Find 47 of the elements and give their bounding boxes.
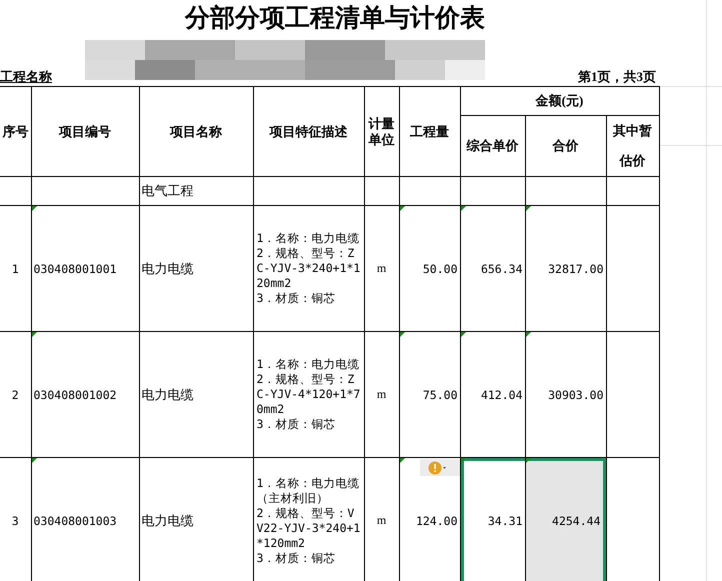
error-options-button[interactable] (420, 459, 460, 476)
column-header: 计量单位 (364, 86, 399, 176)
table-cell: 1．名称：电力电缆 2．规格、型号：ZC-YJV-4*120+1*70mm2 3．材质：铜芯 (253, 332, 364, 458)
table-cell: m (364, 206, 399, 332)
project-name-label: 工程名称 (0, 68, 52, 86)
table-cell: 电力电缆 (139, 332, 253, 458)
table-cell: 124.00 (416, 514, 458, 528)
column-header: 项目编号 (31, 86, 139, 176)
sheet-title: 分部分项工程清单与计价表 (184, 3, 486, 34)
column-header: 金额(元) (460, 86, 660, 116)
table-cell: 75.00 (422, 388, 458, 402)
column-header: 序号 (0, 86, 31, 176)
table-cell: m (364, 332, 399, 458)
error-triangle-icon (460, 458, 466, 463)
table-cell: 2 (0, 332, 31, 458)
table-cell: 412.04 (480, 388, 522, 402)
error-triangle-icon (526, 206, 530, 211)
table-cell: 1 (0, 206, 31, 332)
table-cell: 030408001001 (34, 262, 117, 276)
error-triangle-icon (32, 458, 36, 463)
column-header: 合价 (525, 116, 606, 176)
section-cell: 电气工程 (139, 176, 253, 206)
column-header: 项目名称 (139, 86, 253, 176)
column-header: 其中暂估价 (606, 116, 660, 176)
error-triangle-icon (400, 332, 404, 337)
table-cell: 1．名称：电力电缆 2．规格、型号：ZC-YJV-3*240+1*120mm2 3．材质：铜芯 (253, 206, 364, 332)
page-number: 第1页，共3页 (578, 68, 656, 86)
column-header: 工程量 (399, 86, 460, 176)
column-header: 项目特征描述 (253, 86, 364, 176)
column-header: 综合单价 (460, 116, 525, 176)
table-cell: 030408001002 (34, 388, 117, 402)
table-cell: 030408001003 (34, 514, 117, 528)
error-triangle-icon (460, 332, 466, 337)
table-cell: 30903.00 (548, 388, 604, 402)
error-triangle-icon (32, 332, 36, 337)
error-triangle-icon (460, 206, 466, 211)
table-cell: 电力电缆 (139, 206, 253, 332)
table-cell: 656.34 (480, 262, 522, 276)
table-cell: 4254.44 (552, 514, 600, 528)
error-triangle-icon (526, 332, 530, 337)
error-triangle-icon (526, 458, 530, 463)
error-triangle-icon (400, 206, 404, 211)
error-triangle-icon (400, 458, 404, 463)
table-cell: 34.31 (488, 514, 522, 528)
error-triangle-icon (32, 206, 36, 211)
table-cell: 32817.00 (548, 262, 604, 276)
table-cell: 50.00 (422, 262, 458, 276)
